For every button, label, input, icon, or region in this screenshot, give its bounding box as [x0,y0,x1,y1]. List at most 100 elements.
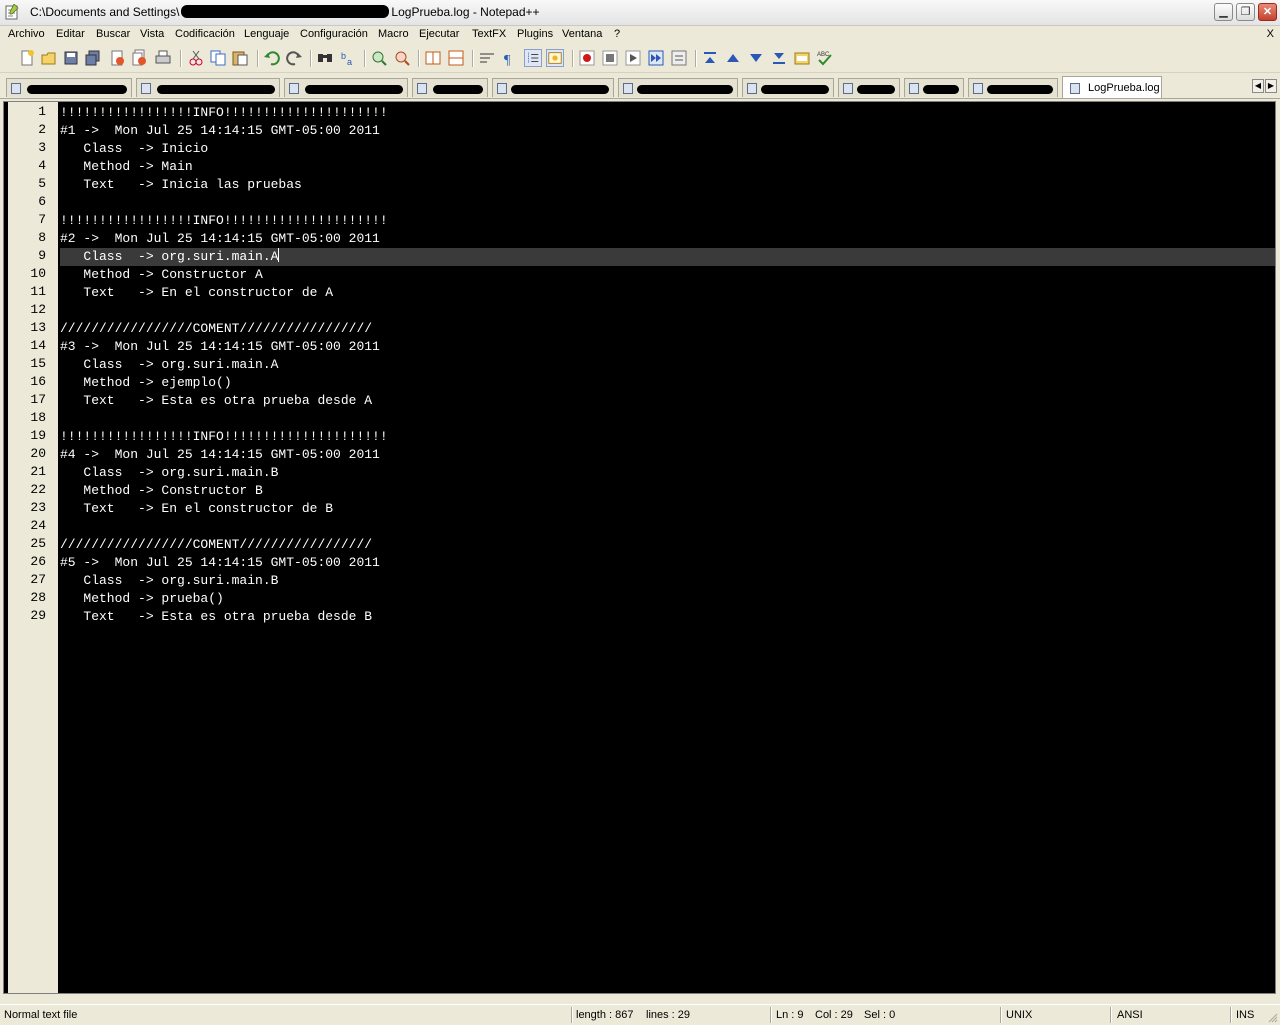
code-line[interactable]: !!!!!!!!!!!!!!!!!INFO!!!!!!!!!!!!!!!!!!!… [60,212,1275,230]
tab-document[interactable] [968,78,1058,97]
code-line[interactable]: Text -> Inicia las pruebas [60,176,1275,194]
code-line[interactable] [60,302,1275,320]
show-all-chars-icon[interactable]: ¶ [500,49,518,67]
resize-grip-icon[interactable] [1268,1013,1278,1023]
code-line[interactable]: Class -> Inicio [60,140,1275,158]
menu-buscar[interactable]: Buscar [96,28,130,40]
code-line[interactable]: Class -> org.suri.main.A [60,356,1275,374]
menu-configuracion[interactable]: Configuración [300,28,368,40]
open-icon[interactable] [40,49,58,67]
indent-guide-icon[interactable] [524,49,542,67]
code-line[interactable] [60,194,1275,212]
code-line[interactable]: /////////////////COMENT///////////////// [60,536,1275,554]
unfold-icon[interactable] [770,49,788,67]
tab-document[interactable] [412,78,488,97]
code-line[interactable]: #1 -> Mon Jul 25 14:14:15 GMT-05:00 2011 [60,122,1275,140]
code-line[interactable]: Method -> Main [60,158,1275,176]
panel-icon[interactable] [793,49,811,67]
menu-vista[interactable]: Vista [140,28,164,40]
print-icon[interactable] [154,49,172,67]
menu-ventana[interactable]: Ventana [562,28,602,40]
fold-icon[interactable] [701,49,719,67]
tab-document[interactable] [284,78,408,97]
close-all-icon[interactable] [130,49,148,67]
code-line[interactable]: Text -> En el constructor de A [60,284,1275,302]
code-line[interactable]: Method -> ejemplo() [60,374,1275,392]
replace-icon[interactable]: ba [339,49,357,67]
zoom-out-icon[interactable] [393,49,411,67]
document-icon [11,83,21,94]
record-macro-icon[interactable] [578,49,596,67]
menu-plugins[interactable]: Plugins [517,28,553,40]
status-col: Col : 29 [815,1009,853,1021]
redacted-tab-label [433,85,483,94]
code-line[interactable] [60,410,1275,428]
close-document-button[interactable]: X [1267,28,1274,40]
menu-lenguaje[interactable]: Lenguaje [244,28,289,40]
new-icon[interactable] [18,49,36,67]
code-line[interactable]: Method -> prueba() [60,590,1275,608]
tab-scroll-left-button[interactable]: ◀ [1252,79,1264,93]
code-line-text: #2 -> Mon Jul 25 14:14:15 GMT-05:00 2011 [60,231,380,246]
tab-document[interactable] [492,78,614,97]
tab-document[interactable] [618,78,738,97]
user-lang-icon[interactable] [546,49,564,67]
code-line[interactable]: #3 -> Mon Jul 25 14:14:15 GMT-05:00 2011 [60,338,1275,356]
tab-document[interactable] [136,78,280,97]
run-macro-multiple-icon[interactable] [647,49,665,67]
save-icon[interactable] [62,49,80,67]
paste-icon[interactable] [231,49,249,67]
redo-icon[interactable] [285,49,303,67]
tab-document[interactable] [904,78,964,97]
tab-scroll-right-button[interactable]: ▶ [1265,79,1277,93]
spellcheck-icon[interactable]: ABC [816,49,834,67]
close-icon[interactable] [108,49,126,67]
code-line[interactable]: #4 -> Mon Jul 25 14:14:15 GMT-05:00 2011 [60,446,1275,464]
prev-icon[interactable] [724,49,742,67]
tab-logprueba[interactable]: LogPrueba.log [1062,76,1162,98]
menu-help[interactable]: ? [614,28,620,40]
word-wrap-icon[interactable] [478,49,496,67]
title-bar[interactable]: C:\Documents and Settings\ LogPrueba.log … [0,0,1280,26]
code-line[interactable]: Class -> org.suri.main.A [60,248,1275,266]
undo-icon[interactable] [263,49,281,67]
code-line[interactable]: Class -> org.suri.main.B [60,464,1275,482]
save-all-icon[interactable] [84,49,102,67]
menu-codificacion[interactable]: Codificación [175,28,235,40]
sync-v-icon[interactable] [424,49,442,67]
code-line[interactable]: Method -> Constructor B [60,482,1275,500]
code-line[interactable]: Text -> Esta es otra prueba desde B [60,608,1275,626]
code-line[interactable]: !!!!!!!!!!!!!!!!!INFO!!!!!!!!!!!!!!!!!!!… [60,104,1275,122]
code-line[interactable]: Class -> org.suri.main.B [60,572,1275,590]
code-line[interactable]: Method -> Constructor A [60,266,1275,284]
menu-archivo[interactable]: Archivo [8,28,45,40]
code-line[interactable]: !!!!!!!!!!!!!!!!!INFO!!!!!!!!!!!!!!!!!!!… [60,428,1275,446]
menu-ejecutar[interactable]: Ejecutar [419,28,459,40]
code-line[interactable] [60,518,1275,536]
stop-macro-icon[interactable] [601,49,619,67]
close-button[interactable]: ✕ [1258,3,1277,21]
tab-document[interactable] [742,78,834,97]
tab-document[interactable] [6,78,132,97]
play-macro-icon[interactable] [624,49,642,67]
menu-editar[interactable]: Editar [56,28,85,40]
find-icon[interactable] [316,49,334,67]
zoom-in-icon[interactable] [370,49,388,67]
line-number: 1 [38,104,46,119]
code-line[interactable]: Text -> Esta es otra prueba desde A [60,392,1275,410]
next-icon[interactable] [747,49,765,67]
restore-button[interactable]: ❐ [1236,3,1255,21]
code-line[interactable]: /////////////////COMENT///////////////// [60,320,1275,338]
menu-macro[interactable]: Macro [378,28,409,40]
minimize-button[interactable]: ▁ [1214,3,1233,21]
code-line[interactable]: #2 -> Mon Jul 25 14:14:15 GMT-05:00 2011 [60,230,1275,248]
tab-document[interactable] [838,78,900,97]
sync-h-icon[interactable] [447,49,465,67]
code-line[interactable]: #5 -> Mon Jul 25 14:14:15 GMT-05:00 2011 [60,554,1275,572]
save-macro-icon[interactable] [670,49,688,67]
editor[interactable]: 1 2 3 4 5 6 7 8 9 10 11 12 13 14 15 16 17 18 19 20 21 22 23 24 2… [3,101,1276,994]
menu-textfx[interactable]: TextFX [472,28,506,40]
copy-icon[interactable] [209,49,227,67]
cut-icon[interactable] [187,49,205,67]
code-line[interactable]: Text -> En el constructor de B [60,500,1275,518]
